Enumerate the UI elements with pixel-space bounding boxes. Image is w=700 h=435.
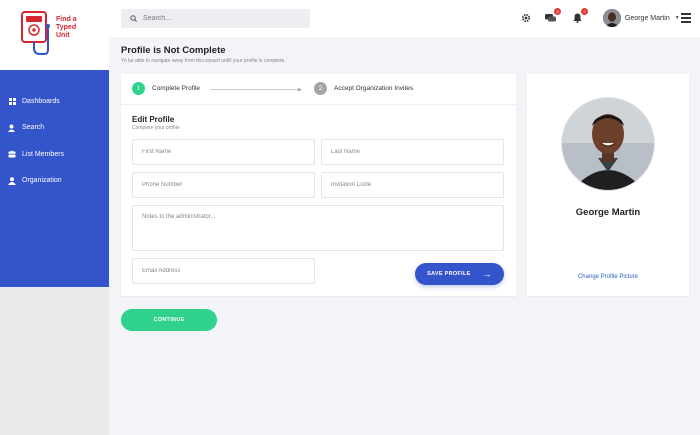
step-connector (210, 89, 301, 90)
search-icon (130, 15, 137, 22)
chat-icon (544, 14, 556, 22)
messages-button[interactable]: 3 (544, 8, 561, 24)
avatar (603, 9, 621, 27)
invitation-code-field[interactable] (321, 172, 504, 198)
form-title: Edit Profile (132, 115, 175, 124)
continue-button[interactable]: CONTINUE (121, 309, 217, 331)
phone-input[interactable] (133, 173, 314, 197)
sidebar-item-label: Organization (22, 177, 62, 185)
group-icon (8, 150, 16, 158)
step-label: Complete Profile (152, 85, 201, 92)
sidebar-item-label: Search (22, 124, 45, 132)
page-title: Profile is Not Complete (121, 45, 226, 56)
profile-name: George Martin (575, 207, 641, 218)
phone-field[interactable] (132, 172, 315, 198)
form-subtitle: Complete your profile (132, 125, 180, 131)
user-name: George Martin (625, 14, 670, 22)
profile-card: George Martin Change Profile Picture (527, 74, 689, 296)
person-icon (8, 176, 16, 185)
profile-form-card: 1 Complete Profile ▶ 2 Accept Organizati… (121, 74, 516, 296)
page-subtitle: Yo be able to navigate away from this wi… (121, 58, 286, 64)
logo[interactable]: Find a Typed Unit (0, 0, 109, 70)
invitation-code-input[interactable] (322, 173, 503, 197)
save-profile-label: SAVE PROFILE (427, 271, 471, 277)
sidebar-item-organization[interactable]: Organization (0, 168, 109, 195)
last-name-field[interactable] (321, 139, 504, 165)
gear-icon (521, 13, 531, 23)
sidebar-nav: Dashboards Search List Members Organizat… (0, 70, 109, 287)
notes-field[interactable] (132, 205, 504, 251)
profile-picture (562, 98, 654, 190)
last-name-input[interactable] (322, 140, 503, 164)
step-number: 2 (314, 82, 327, 95)
chevron-down-icon: ▼ (674, 15, 680, 21)
email-field[interactable] (132, 258, 315, 284)
top-header: 3 2 George Martin ▼ (109, 0, 700, 37)
sidebar-item-dashboards[interactable]: Dashboards (0, 88, 109, 115)
wizard-step-accept-invites[interactable]: 2 Accept Organization Invites (314, 82, 413, 95)
chevron-right-icon: ▶ (298, 87, 302, 93)
sidebar-item-list-members[interactable]: List Members (0, 141, 109, 168)
first-name-field[interactable] (132, 139, 315, 165)
sidebar-item-search[interactable]: Search (0, 115, 109, 142)
search-input[interactable] (143, 15, 293, 22)
notifications-badge: 2 (581, 8, 588, 15)
sidebar-item-label: Dashboards (22, 97, 60, 105)
search-box[interactable] (121, 9, 310, 28)
step-label: Accept Organization Invites (334, 85, 414, 92)
save-profile-button[interactable]: SAVE PROFILE → (415, 263, 504, 285)
wizard-step-complete-profile[interactable]: 1 Complete Profile (132, 82, 200, 95)
user-search-icon (8, 124, 16, 132)
arrow-right-icon: → (482, 269, 492, 279)
sidebar-item-label: List Members (22, 150, 65, 158)
first-name-input[interactable] (133, 140, 314, 164)
settings-button[interactable] (520, 12, 532, 24)
bell-icon (573, 13, 581, 23)
wizard-steps: 1 Complete Profile ▶ 2 Accept Organizati… (121, 74, 516, 105)
hamburger-menu-icon[interactable] (681, 13, 691, 25)
sidebar: Find a Typed Unit Dashboards Search List… (0, 0, 109, 435)
messages-badge: 3 (554, 8, 561, 15)
user-menu[interactable]: George Martin ▼ (603, 9, 680, 27)
logo-text: Find a Typed Unit (56, 16, 77, 39)
blood-bag-icon (21, 11, 50, 55)
grid-icon (8, 97, 16, 105)
notifications-button[interactable]: 2 (571, 8, 588, 24)
step-number: 1 (132, 82, 145, 95)
notes-textarea[interactable] (133, 206, 503, 250)
email-input[interactable] (133, 259, 314, 283)
change-profile-picture-link[interactable]: Change Profile Picture (527, 274, 689, 280)
continue-label: CONTINUE (153, 317, 185, 323)
